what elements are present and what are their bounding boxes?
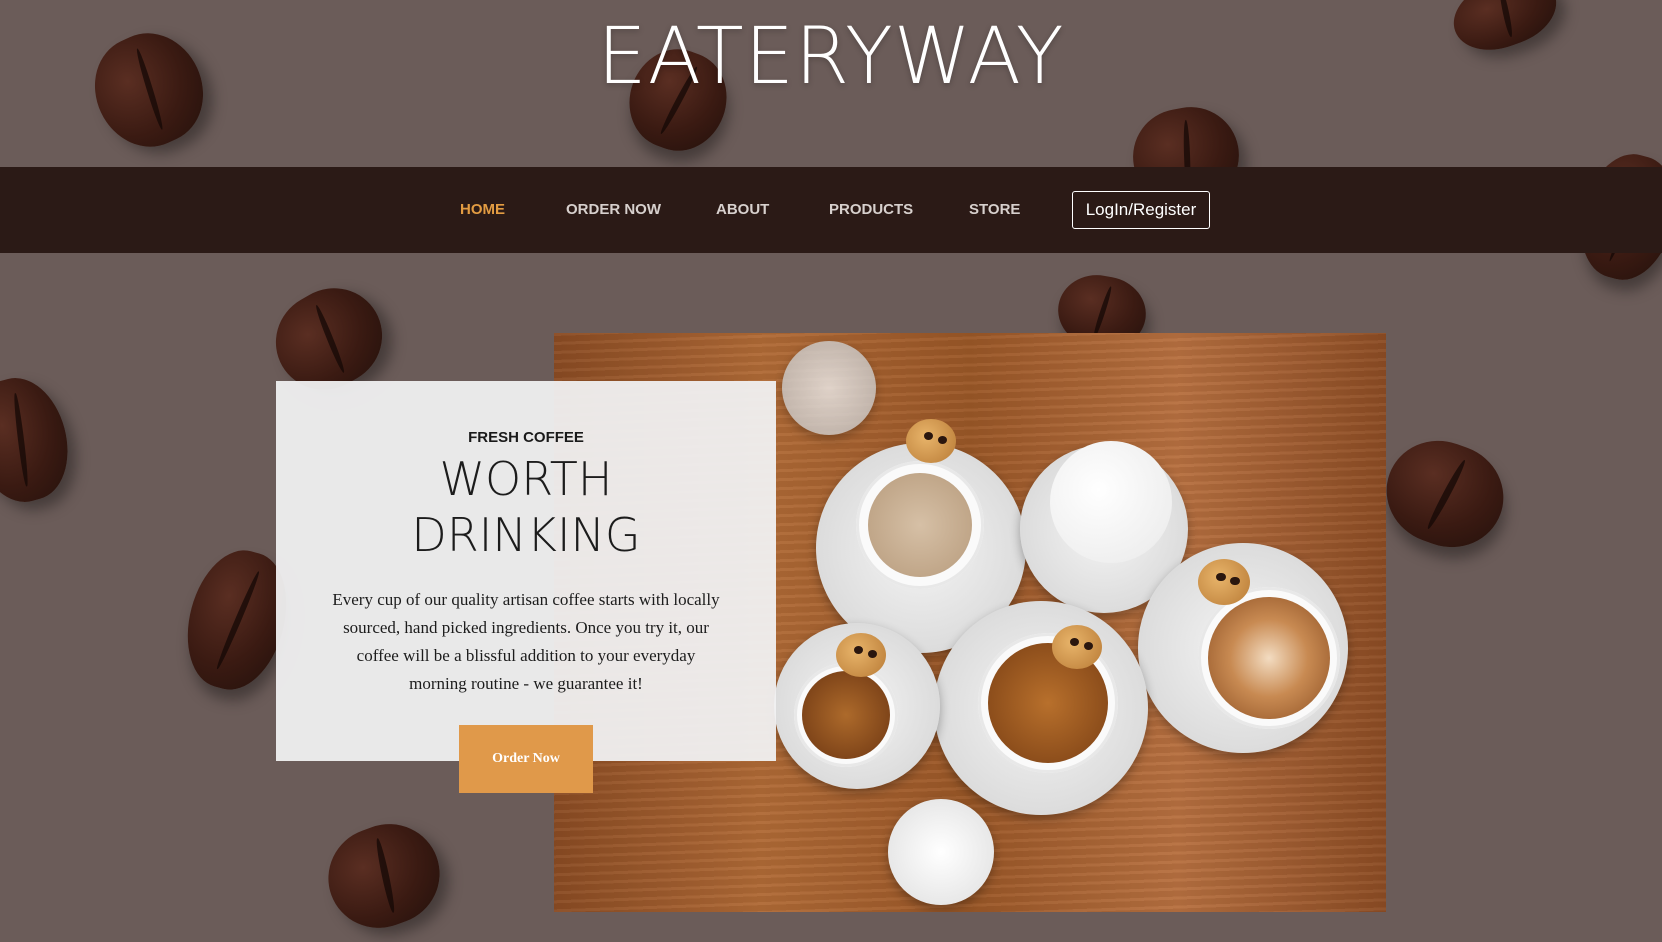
nav-item-home[interactable]: HOME — [460, 201, 505, 218]
hero-headline-line-2: DRINKING — [411, 508, 641, 562]
cappuccino-foam — [1050, 441, 1172, 563]
brand-logo[interactable]: EATERYWAY — [0, 12, 1662, 102]
nav-item-about[interactable]: ABOUT — [716, 201, 769, 218]
cookie — [836, 633, 886, 677]
coffee-bean-decoration — [1372, 425, 1518, 563]
coffee-bean-decoration — [0, 368, 81, 512]
coffee-bean-decoration — [314, 809, 454, 942]
nav-item-store[interactable]: STORE — [969, 201, 1020, 218]
cookie — [906, 419, 956, 463]
nav-item-order-now[interactable]: ORDER NOW — [566, 201, 661, 218]
hero-text-card: FRESH COFFEE WORTH DRINKING Every cup of… — [276, 381, 776, 761]
nav-menu: HOME ORDER NOW ABOUT PRODUCTS STORE — [0, 167, 1662, 253]
hero-eyebrow: FRESH COFFEE — [468, 429, 584, 446]
order-now-button[interactable]: Order Now — [459, 725, 593, 793]
hero-headline: WORTH DRINKING — [276, 451, 776, 563]
login-register-button[interactable]: LogIn/Register — [1072, 191, 1210, 229]
latte-art-drink — [1208, 597, 1330, 719]
hero-headline-line-1: WORTH — [439, 452, 613, 506]
latte-drink — [868, 473, 972, 577]
cookie — [1198, 559, 1250, 605]
milk-jug — [888, 799, 994, 905]
hero-description: Every cup of our quality artisan coffee … — [332, 590, 720, 693]
espresso-drink — [802, 671, 890, 759]
cookie — [1052, 625, 1102, 669]
glass-jar — [782, 341, 876, 435]
main-navbar: HOME ORDER NOW ABOUT PRODUCTS STORE LogI… — [0, 167, 1662, 253]
nav-item-products[interactable]: PRODUCTS — [829, 201, 913, 218]
